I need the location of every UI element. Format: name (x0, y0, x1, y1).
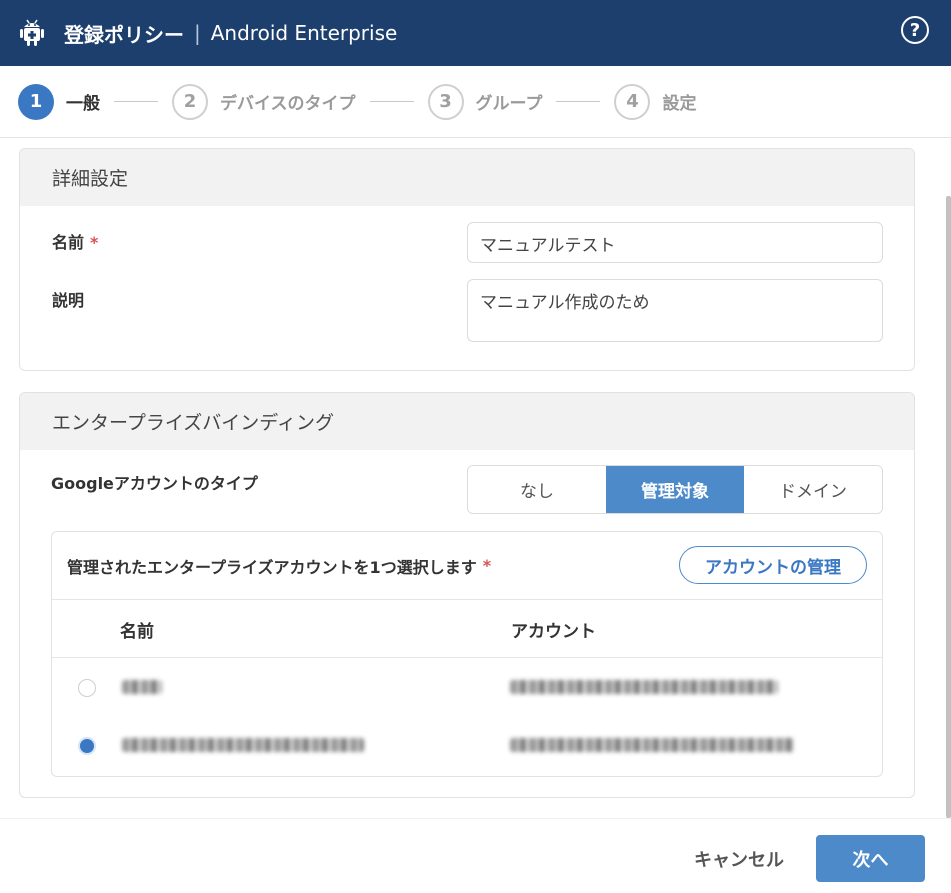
account-type-selector: なし 管理対象 ドメイン (467, 465, 883, 514)
table-header: 名前 アカウント (52, 600, 882, 658)
table-row[interactable] (52, 716, 882, 774)
step-group[interactable]: 3 グループ (427, 83, 543, 120)
step-connector (114, 101, 158, 102)
redacted-account (510, 738, 794, 752)
option-none[interactable]: なし (468, 466, 606, 513)
account-select-prompt: 管理されたエンタープライズアカウントを1つ選択します * アカウントの管理 (52, 532, 882, 600)
row-radio[interactable] (78, 679, 96, 697)
step-settings[interactable]: 4 設定 (614, 83, 697, 120)
step-label: 一般 (66, 94, 100, 114)
account-selection-panel: 管理されたエンタープライズアカウントを1つ選択します * アカウントの管理 名前 … (51, 531, 883, 777)
step-connector (369, 101, 414, 102)
step-label: デバイスのタイプ (220, 94, 356, 114)
option-domain[interactable]: ドメイン (744, 466, 882, 513)
name-input[interactable]: マニュアルテスト (467, 222, 883, 263)
step-label: 設定 (662, 94, 697, 114)
enterprise-binding-card: エンタープライズバインディング Googleアカウントのタイプ なし 管理対象 … (19, 392, 915, 798)
redacted-name (122, 738, 364, 752)
step-connector (556, 101, 601, 102)
column-account: アカウント (511, 622, 596, 642)
details-card: 詳細設定 名前 * マニュアルテスト 説明 マニュアル作成のため (19, 148, 915, 371)
android-icon (18, 19, 46, 47)
step-number: 1 (18, 83, 54, 120)
row-radio-selected[interactable] (78, 737, 96, 755)
manage-accounts-button[interactable]: アカウントの管理 (679, 546, 867, 584)
option-managed[interactable]: 管理対象 (606, 466, 744, 513)
step-number: 4 (614, 83, 651, 120)
step-number: 2 (172, 83, 208, 120)
help-icon[interactable]: ? (901, 16, 929, 44)
step-label: グループ (475, 94, 543, 114)
description-label: 説明 (52, 291, 85, 310)
redacted-name (122, 680, 162, 694)
required-mark: * (482, 556, 492, 575)
step-device-type[interactable]: 2 デバイスのタイプ (172, 83, 356, 120)
cancel-button[interactable]: キャンセル (694, 846, 784, 872)
details-heading: 詳細設定 (20, 149, 914, 206)
name-label: 名前 * (52, 233, 99, 252)
app-header: 登録ポリシー | Android Enterprise ? (0, 0, 951, 66)
required-mark: * (90, 233, 99, 252)
redacted-account (510, 680, 778, 694)
footer-bar: キャンセル 次へ (0, 818, 951, 893)
column-name: 名前 (120, 622, 154, 642)
title-separator: | (194, 21, 201, 45)
description-textarea[interactable]: マニュアル作成のため (467, 279, 883, 342)
next-button[interactable]: 次へ (816, 835, 925, 882)
table-row[interactable] (52, 658, 882, 716)
wizard-stepper: 1 一般 2 デバイスのタイプ 3 グループ 4 設定 (0, 66, 951, 138)
page-title: 登録ポリシー (64, 22, 184, 47)
step-general[interactable]: 1 一般 (18, 83, 100, 120)
step-number: 3 (427, 83, 464, 120)
scrollbar[interactable] (946, 196, 951, 818)
account-type-label: Googleアカウントのタイプ (51, 474, 258, 493)
page-subtitle: Android Enterprise (210, 21, 398, 45)
binding-heading: エンタープライズバインディング (20, 393, 914, 450)
